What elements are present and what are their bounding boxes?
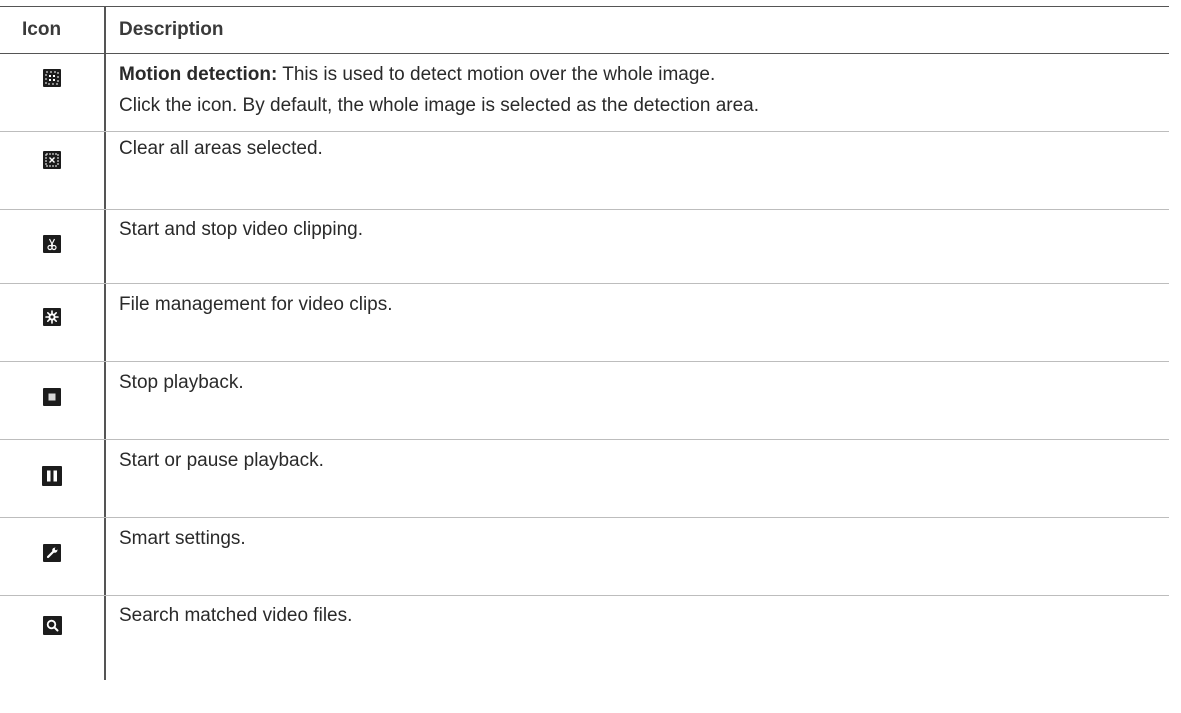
table-row: File management for video clips. (0, 284, 1169, 362)
description-cell: Motion detection: This is used to detect… (119, 61, 1159, 120)
column-divider (104, 7, 106, 53)
search-icon[interactable] (42, 616, 62, 635)
row-description: Start and stop video clipping. (119, 219, 363, 240)
header-icon: Icon (22, 19, 62, 40)
clear-areas-icon[interactable] (43, 151, 61, 169)
column-divider (104, 284, 106, 361)
row-bold-label: Motion detection: (119, 64, 278, 85)
scissors-icon[interactable] (43, 235, 61, 253)
table-row: Stop playback. (0, 362, 1169, 440)
gear-icon[interactable] (43, 308, 61, 326)
table-row: Clear all areas selected. (0, 132, 1169, 210)
column-divider (104, 54, 106, 131)
description-cell: Search matched video files. (119, 602, 1159, 630)
row-description-line-2: Click the icon. By default, the whole im… (119, 95, 760, 116)
stop-icon[interactable] (43, 388, 61, 406)
row-description: Search matched video files. (119, 605, 353, 626)
column-divider (104, 596, 106, 680)
column-divider (104, 440, 106, 517)
description-cell: Clear all areas selected. (119, 135, 1159, 163)
pause-icon[interactable] (42, 466, 62, 486)
header-description: Description (119, 19, 224, 40)
row-description: Stop playback. (119, 372, 244, 393)
description-cell: Start or pause playback. (119, 447, 1159, 475)
description-cell: Smart settings. (119, 525, 1159, 553)
table-row: Smart settings. (0, 518, 1169, 596)
icon-description-table: Icon Description Motion detection: This … (0, 6, 1169, 680)
table-row: Motion detection: This is used to detect… (0, 54, 1169, 132)
description-cell: Start and stop video clipping. (119, 216, 1159, 244)
row-description: File management for video clips. (119, 294, 393, 315)
column-divider (104, 362, 106, 439)
row-description: Clear all areas selected. (119, 138, 323, 159)
table-header: Icon Description (0, 6, 1169, 54)
row-description: This is used to detect motion over the w… (277, 64, 716, 85)
row-description: Smart settings. (119, 528, 246, 549)
column-divider (104, 518, 106, 595)
description-cell: File management for video clips. (119, 291, 1159, 319)
table-row: Start or pause playback. (0, 440, 1169, 518)
table-row: Start and stop video clipping. (0, 210, 1169, 284)
row-description: Start or pause playback. (119, 450, 324, 471)
description-cell: Stop playback. (119, 369, 1159, 397)
wrench-icon[interactable] (43, 544, 61, 562)
column-divider (104, 210, 106, 283)
column-divider (104, 132, 106, 209)
motion-detection-icon[interactable] (43, 69, 61, 87)
table-row: Search matched video files. (0, 596, 1169, 680)
